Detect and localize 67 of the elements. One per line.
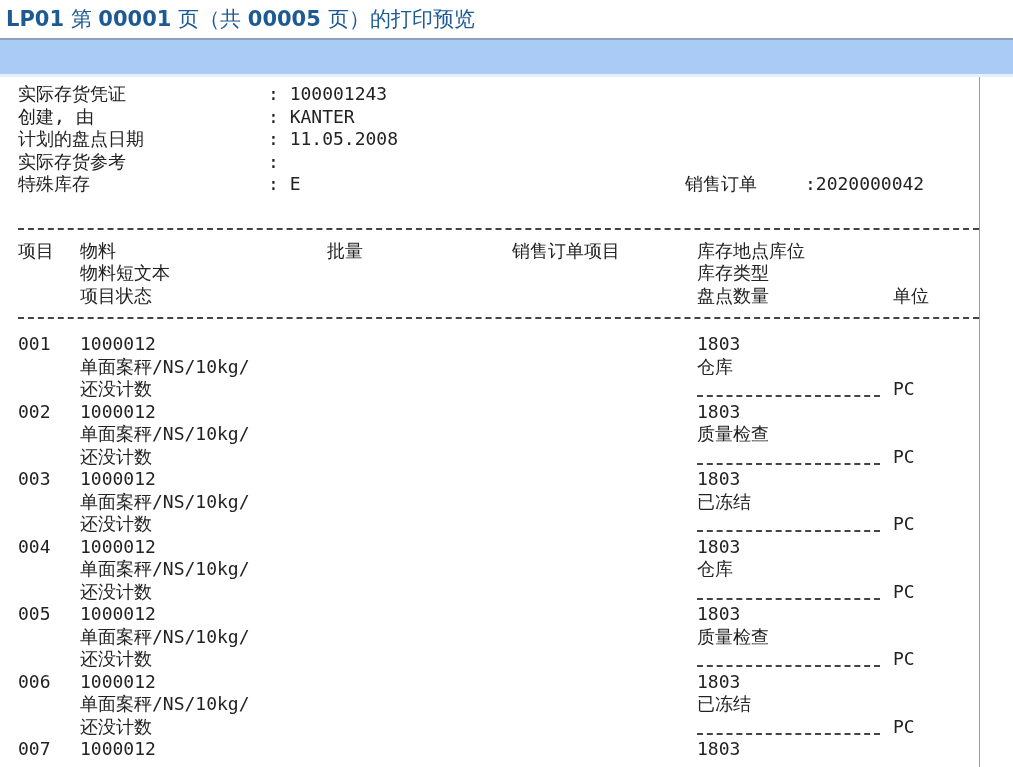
material-number: 1000012 [80, 603, 156, 626]
field-value: : KANTER [268, 105, 355, 128]
field-value: : [268, 150, 279, 173]
field-label: 实际存货参考 [18, 150, 126, 173]
item-status: 还没计数 [80, 715, 152, 738]
storage-location: 1803 [697, 603, 741, 626]
item-status: 还没计数 [80, 445, 152, 468]
column-header: 项目 [18, 239, 54, 262]
column-header: 库存类型 [697, 262, 769, 285]
storage-type: 质量检查 [697, 625, 769, 648]
storage-location: 1803 [697, 400, 741, 423]
field-value: : 11.05.2008 [268, 128, 399, 151]
item-status: 还没计数 [80, 648, 152, 671]
item-number: 007 [18, 738, 51, 761]
storage-type: 已冻结 [697, 693, 751, 716]
column-header: 批量 [327, 239, 363, 262]
unit: PC [893, 513, 915, 536]
storage-location: 1803 [697, 535, 741, 558]
item-number: 005 [18, 603, 51, 626]
field-label: 特殊库存 [18, 173, 90, 196]
material-number: 1000012 [80, 400, 156, 423]
storage-type: 仓库 [697, 558, 733, 581]
storage-location: 1803 [697, 670, 741, 693]
storage-location: 1803 [697, 333, 741, 356]
item-status: 还没计数 [80, 580, 152, 603]
material-number: 1000012 [80, 670, 156, 693]
storage-type: 仓库 [697, 355, 733, 378]
material-number: 1000012 [80, 333, 156, 356]
item-number: 003 [18, 468, 51, 491]
item-status: 还没计数 [80, 513, 152, 536]
field-label: 实际存货凭证 [18, 83, 126, 106]
material-text: 单面案秤/NS/10kg/ [80, 355, 250, 378]
column-header: 物料 [80, 239, 116, 262]
column-header: 盘点数量 [697, 284, 769, 307]
storage-type: 质量检查 [697, 423, 769, 446]
field-value: : E [268, 173, 301, 196]
unit: PC [893, 580, 915, 603]
field-value: :2020000042 [805, 173, 925, 196]
item-number: 004 [18, 535, 51, 558]
item-number: 006 [18, 670, 51, 693]
column-header: 销售订单项目 [512, 239, 620, 262]
unit: PC [893, 445, 915, 468]
storage-location: 1803 [697, 738, 741, 761]
field-label: 创建, 由 [18, 105, 94, 128]
column-header: 单位 [893, 284, 929, 307]
column-header: 物料短文本 [80, 262, 170, 285]
unit: PC [893, 648, 915, 671]
storage-location: 1803 [697, 468, 741, 491]
field-label: 销售订单 [685, 173, 757, 196]
item-number: 002 [18, 400, 51, 423]
material-number: 1000012 [80, 738, 156, 761]
material-text: 单面案秤/NS/10kg/ [80, 693, 250, 716]
item-number: 001 [18, 333, 51, 356]
column-header: 项目状态 [80, 284, 152, 307]
column-header: 库存地点库位 [697, 239, 805, 262]
item-status: 还没计数 [80, 378, 152, 401]
field-label: 计划的盘点日期 [18, 128, 144, 151]
storage-type: 已冻结 [697, 490, 751, 513]
material-number: 1000012 [80, 535, 156, 558]
unit: PC [893, 715, 915, 738]
unit: PC [893, 378, 915, 401]
material-number: 1000012 [80, 468, 156, 491]
material-text: 单面案秤/NS/10kg/ [80, 625, 250, 648]
material-text: 单面案秤/NS/10kg/ [80, 490, 250, 513]
material-text: 单面案秤/NS/10kg/ [80, 423, 250, 446]
material-text: 单面案秤/NS/10kg/ [80, 558, 250, 581]
field-value: : 100001243 [268, 83, 388, 106]
